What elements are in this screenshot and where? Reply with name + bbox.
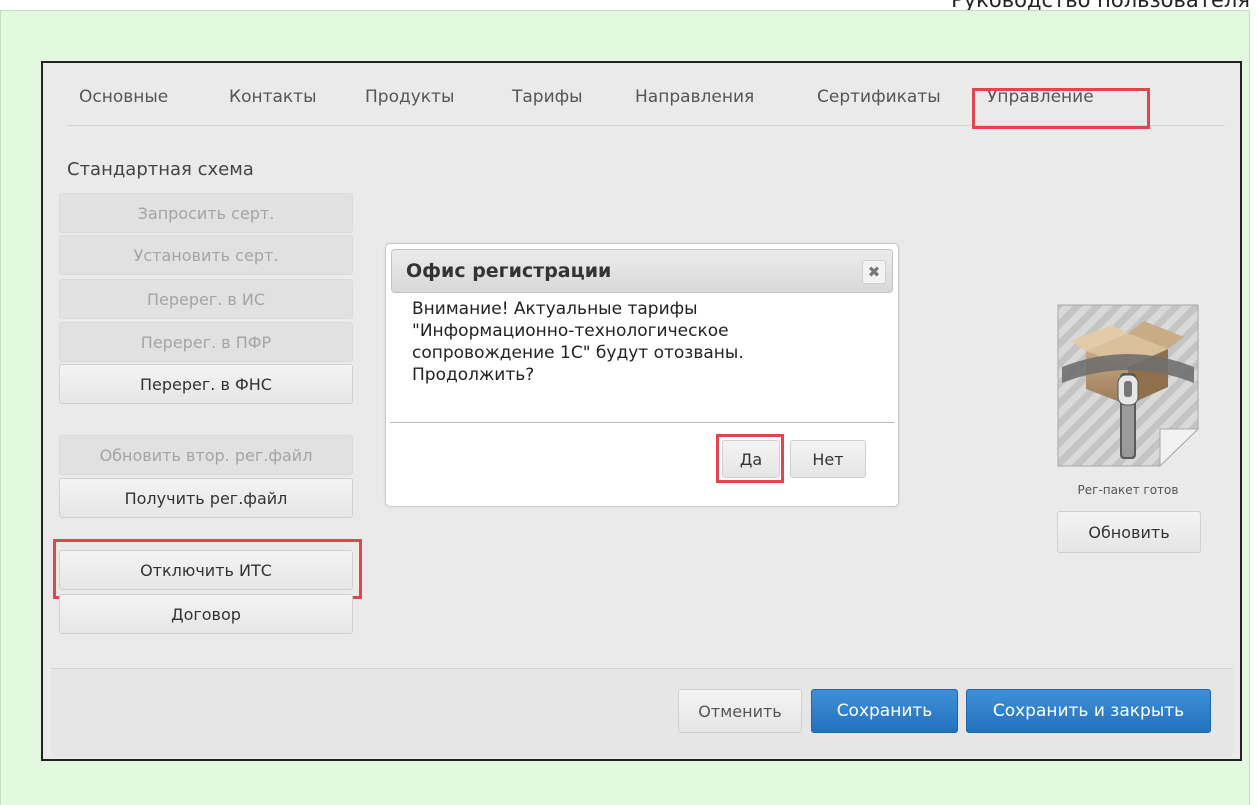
tab-napravleniya[interactable]: Направления	[635, 87, 754, 107]
dialog-title: Офис регистрации	[406, 260, 612, 282]
save-button[interactable]: Сохранить	[811, 689, 958, 733]
dialog-header: Офис регистрации ✖	[391, 249, 893, 293]
save-and-close-button[interactable]: Сохранить и закрыть	[966, 689, 1211, 733]
get-regfile-button[interactable]: Получить рег.файл	[59, 478, 353, 518]
update-secondary-regfile-button[interactable]: Обновить втор. рег.файл	[59, 435, 353, 475]
tab-kontakty[interactable]: Контакты	[229, 87, 317, 107]
dialog-separator	[390, 422, 894, 423]
tab-upravlenie[interactable]: Управление	[987, 87, 1094, 107]
tab-osnovnye[interactable]: Основные	[79, 87, 168, 107]
dialog-message-line: "Информационно-технологическое	[412, 321, 729, 341]
cancel-button[interactable]: Отменить	[678, 689, 802, 733]
dialog-message: Внимание! Актуальные тарифы "Информацион…	[412, 298, 882, 386]
dialog-message-line: Внимание! Актуальные тарифы	[412, 299, 698, 319]
refresh-button[interactable]: Обновить	[1057, 511, 1201, 553]
tab-sertifikaty[interactable]: Сертификаты	[817, 87, 941, 107]
rereg-is-button[interactable]: Перерег. в ИС	[59, 279, 353, 319]
install-cert-button[interactable]: Установить серт.	[59, 235, 353, 275]
close-icon[interactable]: ✖	[862, 260, 886, 284]
dialog-message-line: сопровождение 1С" будут отозваны.	[412, 343, 744, 363]
confirm-dialog: Офис регистрации ✖ Внимание! Актуальные …	[385, 243, 899, 507]
package-status-label: Рег-пакет готов	[1077, 483, 1179, 497]
yes-button[interactable]: Да	[722, 440, 780, 478]
section-title: Стандартная схема	[67, 159, 254, 180]
screenshot-frame: Основные Контакты Продукты Тарифы Направ…	[0, 10, 1250, 805]
no-button[interactable]: Нет	[790, 440, 866, 478]
request-cert-button[interactable]: Запросить серт.	[59, 193, 353, 233]
rereg-pfr-button[interactable]: Перерег. в ПФР	[59, 322, 353, 362]
tab-produkty[interactable]: Продукты	[365, 87, 454, 107]
reg-package-icon	[1057, 304, 1200, 468]
registration-window: Основные Контакты Продукты Тарифы Направ…	[41, 61, 1242, 761]
footer-bar: Отменить Сохранить Сохранить и закрыть	[51, 668, 1233, 757]
tab-tarify[interactable]: Тарифы	[512, 87, 583, 107]
dialog-message-line: Продолжить?	[412, 365, 535, 385]
tab-bar: Основные Контакты Продукты Тарифы Направ…	[67, 81, 1225, 126]
rereg-fns-button[interactable]: Перерег. в ФНС	[59, 364, 353, 404]
contract-button[interactable]: Договор	[59, 594, 353, 634]
disable-its-button[interactable]: Отключить ИТС	[59, 550, 353, 590]
